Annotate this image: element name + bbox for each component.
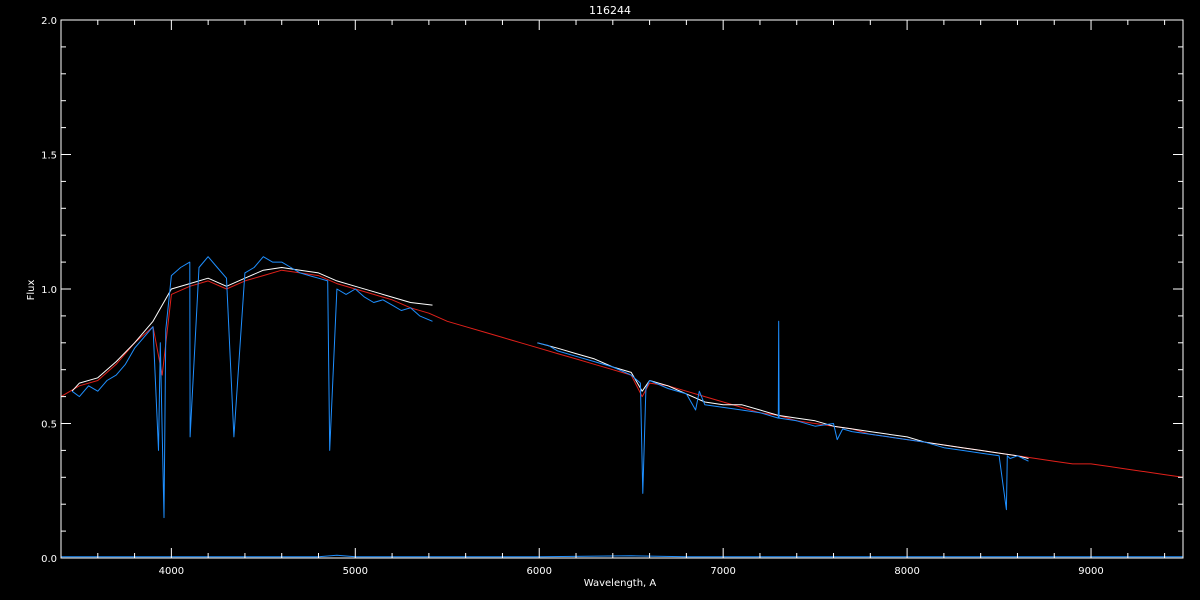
x-tick-label: 6000 bbox=[527, 566, 552, 577]
y-tick-label: 0.0 bbox=[41, 554, 57, 565]
y-tick-label: 2.0 bbox=[41, 16, 57, 27]
x-tick-label: 8000 bbox=[894, 566, 919, 577]
x-tick-label: 4000 bbox=[159, 566, 184, 577]
spectrum-chart: 4000 5000 6000 7000 8000 90000.00.51.01.52.0 … bbox=[0, 0, 1200, 600]
y-tick-label: 1.5 bbox=[41, 151, 57, 162]
x-tick-label: 7000 bbox=[710, 566, 735, 577]
chart-title: 116244 bbox=[589, 4, 631, 17]
y-tick-label: 0.5 bbox=[41, 420, 57, 431]
x-axis-label: Wavelength, A bbox=[584, 578, 657, 589]
y-axis-label: Flux bbox=[26, 280, 37, 301]
plot-background bbox=[0, 0, 1200, 600]
x-tick-label: 5000 bbox=[343, 566, 368, 577]
y-tick-label: 1.0 bbox=[41, 285, 57, 296]
x-tick-label: 9000 bbox=[1078, 566, 1103, 577]
